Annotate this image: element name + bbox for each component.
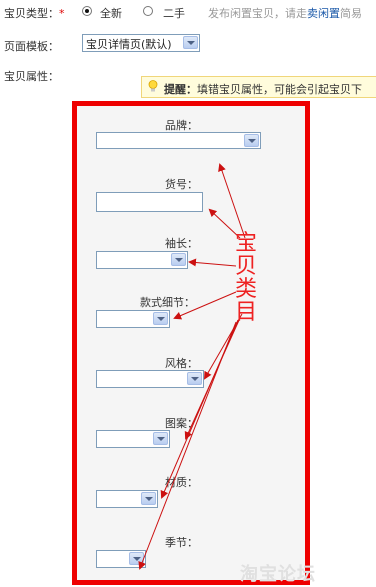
annotation-arrows [138, 163, 246, 570]
arrow-brand [218, 163, 246, 239]
annotation-char: 贝 [234, 254, 257, 279]
annotation-char: 目 [234, 300, 257, 325]
arrow-sleeve [188, 258, 237, 267]
arrow-season [138, 321, 237, 570]
category-annotation: 宝 贝 类 目 [232, 232, 260, 324]
annotation-char: 类 [234, 277, 257, 302]
watermark: 淘宝论坛 [240, 564, 316, 585]
arrow-detail [173, 291, 237, 320]
annotation-char: 宝 [234, 231, 257, 256]
